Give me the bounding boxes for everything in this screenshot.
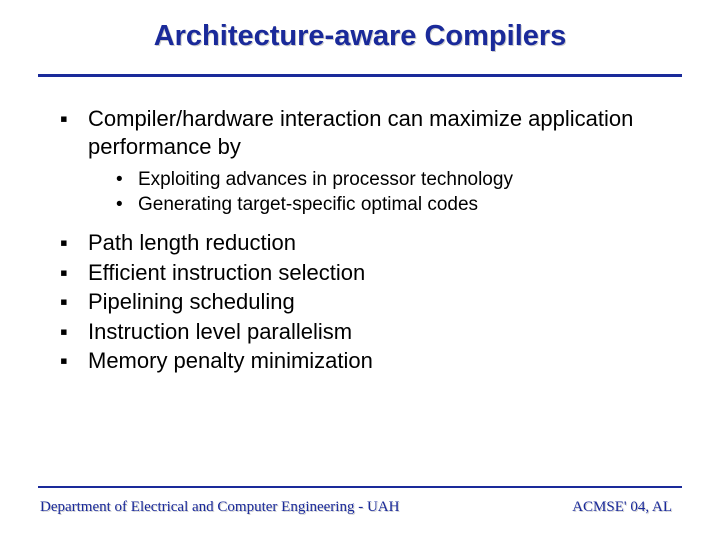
bullet-text: Pipelining scheduling <box>88 288 660 316</box>
bullet-text: Path length reduction <box>88 229 660 257</box>
sub-bullet: • Generating target-specific optimal cod… <box>116 193 660 218</box>
sub-bullet-text: Exploiting advances in processor technol… <box>138 168 513 193</box>
bullet-item: ▪︎ Instruction level parallelism <box>60 318 660 346</box>
square-bullet-icon: ▪︎ <box>60 288 88 316</box>
slide: Architecture-aware Compilers ▪︎ Compiler… <box>0 0 720 540</box>
bullet-text: Compiler/hardware interaction can maximi… <box>88 105 660 160</box>
bullet-intro: ▪︎ Compiler/hardware interaction can max… <box>60 105 660 160</box>
square-bullet-icon: ▪︎ <box>60 259 88 287</box>
footer-right: ACMSE' 04, AL <box>572 499 672 516</box>
footer-left: Department of Electrical and Computer En… <box>40 499 399 516</box>
bullet-item: ▪︎ Efficient instruction selection <box>60 259 660 287</box>
bullet-item: ▪︎ Memory penalty minimization <box>60 347 660 375</box>
square-bullet-icon: ▪︎ <box>60 229 88 257</box>
content-area: ▪︎ Compiler/hardware interaction can max… <box>60 105 660 377</box>
footer-rule <box>38 486 682 488</box>
slide-title: Architecture-aware Compilers <box>0 20 720 53</box>
bullet-item: ▪︎ Path length reduction <box>60 229 660 257</box>
square-bullet-icon: ▪︎ <box>60 318 88 346</box>
sub-bullet-text: Generating target-specific optimal codes <box>138 193 478 218</box>
square-bullet-icon: ▪︎ <box>60 105 88 133</box>
square-bullet-icon: ▪︎ <box>60 347 88 375</box>
bullet-text: Efficient instruction selection <box>88 259 660 287</box>
sublist: • Exploiting advances in processor techn… <box>116 168 660 217</box>
sub-bullet: • Exploiting advances in processor techn… <box>116 168 660 193</box>
title-underline <box>38 74 682 77</box>
dot-bullet-icon: • <box>116 193 138 218</box>
dot-bullet-icon: • <box>116 168 138 193</box>
bullet-item: ▪︎ Pipelining scheduling <box>60 288 660 316</box>
bullet-text: Instruction level parallelism <box>88 318 660 346</box>
bullet-text: Memory penalty minimization <box>88 347 660 375</box>
